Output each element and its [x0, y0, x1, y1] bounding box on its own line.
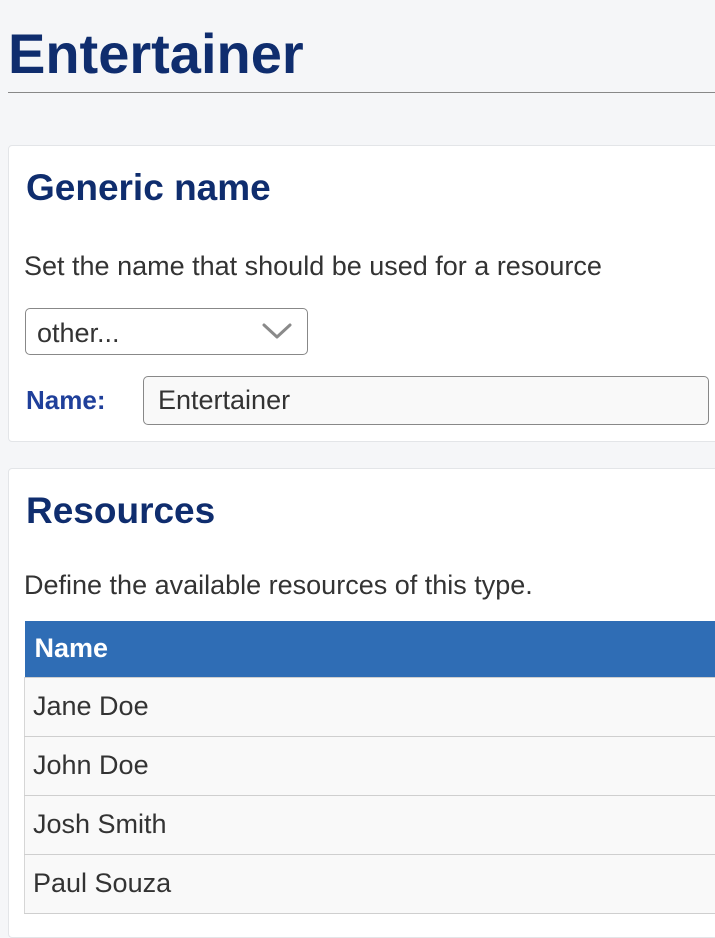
table-row[interactable]: Josh Smith [25, 795, 715, 854]
table-cell-name: Jane Doe [25, 677, 715, 736]
table-header-row: Name [25, 621, 715, 677]
table-cell-name: Josh Smith [25, 795, 715, 854]
table-row[interactable]: Paul Souza [25, 854, 715, 913]
title-divider [8, 92, 715, 93]
resources-description: Define the available resources of this t… [24, 569, 533, 601]
table-row[interactable]: John Doe [25, 736, 715, 795]
name-input[interactable] [143, 376, 709, 425]
generic-name-panel: Generic name Set the name that should be… [8, 145, 715, 442]
generic-name-description: Set the name that should be used for a r… [24, 250, 602, 282]
generic-name-select-value: other... [37, 317, 120, 349]
name-label: Name: [26, 385, 105, 416]
resources-panel: Resources Define the available resources… [8, 468, 715, 938]
resources-heading: Resources [26, 489, 215, 533]
generic-name-heading: Generic name [26, 166, 271, 210]
table-row[interactable]: Jane Doe [25, 677, 715, 736]
table-cell-name: John Doe [25, 736, 715, 795]
column-header-name[interactable]: Name [25, 621, 715, 677]
page-title: Entertainer [8, 20, 304, 87]
generic-name-select[interactable]: other... [25, 308, 308, 355]
resources-table: Name Jane Doe John Doe Josh Smith Paul S… [24, 621, 715, 914]
chevron-down-icon [261, 321, 293, 341]
table-cell-name: Paul Souza [25, 854, 715, 913]
